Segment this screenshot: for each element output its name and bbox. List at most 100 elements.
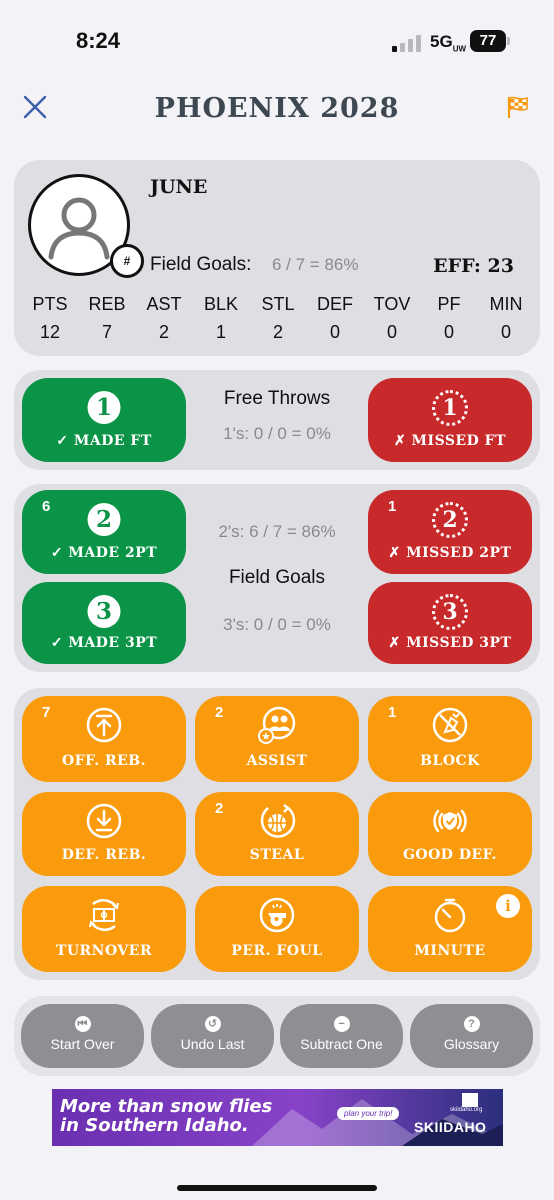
button-label: BLOCK xyxy=(420,753,480,769)
button-label: ✓ MADE 2PT xyxy=(50,545,158,561)
off-reb-count: 7 xyxy=(42,704,51,721)
button-label: ✗ MISSED 2PT xyxy=(388,545,512,561)
offensive-rebound-button[interactable]: 7 OFF. REB. xyxy=(22,696,186,782)
minute-button[interactable]: MINUTE i xyxy=(368,886,532,972)
stat-reb: REB 7 xyxy=(83,294,131,343)
made-ft-button[interactable]: 1 ✓ MADE FT xyxy=(22,378,186,462)
two-point-missed-icon: 2 xyxy=(432,502,468,538)
made-2pt-button[interactable]: 6 2 ✓ MADE 2PT xyxy=(22,490,186,574)
home-indicator[interactable] xyxy=(177,1185,377,1191)
turnover-button[interactable]: TURNOVER xyxy=(22,886,186,972)
ft-number-icon: 1 xyxy=(87,391,121,424)
glossary-button[interactable]: ? Glossary xyxy=(410,1004,533,1068)
status-time: 8:24 xyxy=(76,28,121,53)
minus-icon: − xyxy=(333,1016,350,1032)
stat-ast: AST 2 xyxy=(140,294,188,343)
field-goals-title: Field Goals xyxy=(228,567,326,588)
player-card: # JUNE Field Goals: 6 / 7 = 86% EFF: 23 … xyxy=(14,160,540,356)
ft-missed-number-icon: 1 xyxy=(432,390,468,426)
field-goals-value: 6 / 7 = 86% xyxy=(272,255,359,274)
info-icon[interactable]: i xyxy=(496,894,520,918)
button-label: STEAL xyxy=(249,847,305,863)
block-icon xyxy=(432,707,468,743)
stat-label: DEF xyxy=(317,294,353,314)
question-icon: ? xyxy=(463,1016,480,1032)
stat-label: PF xyxy=(437,294,461,314)
assist-button[interactable]: 2 ASSIST xyxy=(195,696,359,782)
block-button[interactable]: 1 BLOCK xyxy=(368,696,532,782)
assist-count: 2 xyxy=(215,704,224,721)
adchoices-icon[interactable] xyxy=(462,1093,478,1107)
three-point-icon: 3 xyxy=(87,595,121,628)
threes-summary: 3's: 0 / 0 = 0% xyxy=(223,615,331,634)
stat-pf: PF 0 xyxy=(425,294,473,343)
missed-ft-button[interactable]: 1 ✗ MISSED FT xyxy=(368,378,532,462)
stat-stl: STL 2 xyxy=(254,294,302,343)
three-point-missed-icon: 3 xyxy=(432,594,468,630)
block-count: 1 xyxy=(388,704,397,721)
missed-2pt-button[interactable]: 1 2 ✗ MISSED 2PT xyxy=(368,490,532,574)
field-goals-panel: 6 2 ✓ MADE 2PT 3 ✓ MADE 3PT 2's: 6 / 7 =… xyxy=(14,484,540,672)
button-label: ✓ MADE FT xyxy=(56,433,152,449)
whistle-icon xyxy=(259,897,295,933)
ad-cta[interactable]: plan your trip! xyxy=(337,1107,400,1120)
stat-value: 0 xyxy=(500,322,511,342)
ad-brand: SKIIDAHO xyxy=(414,1119,487,1135)
button-label: OFF. REB. xyxy=(62,753,146,769)
missed-3pt-button[interactable]: 3 ✗ MISSED 3PT xyxy=(368,582,532,664)
made-2pt-count: 6 xyxy=(42,498,51,515)
stat-pts: PTS 12 xyxy=(26,294,74,343)
arrow-down-icon xyxy=(86,803,122,839)
ad-line-2: in Southern Idaho. xyxy=(60,1115,249,1136)
stat-line: PTS 12 REB 7 AST 2 BLK 1 STL 2 DEF 0 TOV 0 PF 0 … xyxy=(26,294,530,343)
network-type: 5G xyxy=(430,32,453,51)
jersey-number-badge[interactable]: # xyxy=(110,244,144,278)
stat-value: 7 xyxy=(101,322,112,342)
stopwatch-icon xyxy=(434,898,466,933)
button-label: Glossary xyxy=(443,1036,500,1052)
subtract-one-button[interactable]: − Subtract One xyxy=(280,1004,403,1068)
button-label: PER. FOUL xyxy=(231,943,323,959)
ad-banner[interactable]: More than snow flies in Southern Idaho. … xyxy=(52,1089,503,1146)
free-throws-title: Free Throws xyxy=(223,388,331,409)
stat-value: 0 xyxy=(329,322,340,342)
stat-label: STL xyxy=(261,294,295,314)
battery-icon: 77 xyxy=(470,30,506,52)
stat-tov: TOV 0 xyxy=(368,294,416,343)
checkered-flag-icon[interactable] xyxy=(506,95,530,119)
stat-label: PTS xyxy=(32,294,68,314)
button-label: Undo Last xyxy=(180,1036,245,1052)
stat-def: DEF 0 xyxy=(311,294,359,343)
stat-min: MIN 0 xyxy=(482,294,530,343)
good-defense-button[interactable]: GOOD DEF. xyxy=(368,792,532,876)
start-over-button[interactable]: ⏮ Start Over xyxy=(21,1004,144,1068)
personal-foul-button[interactable]: PER. FOUL xyxy=(195,886,359,972)
network-label: 5GUW xyxy=(430,32,466,53)
stat-label: REB xyxy=(88,294,126,314)
steal-button[interactable]: 2 STEAL xyxy=(195,792,359,876)
stat-value: 0 xyxy=(386,322,397,342)
arrow-up-icon xyxy=(86,707,122,743)
button-label: MINUTE xyxy=(414,943,486,959)
steal-count: 2 xyxy=(215,800,224,817)
ad-headline: More than snow flies in Southern Idaho. xyxy=(60,1097,272,1135)
ad-url: skiidaho.org xyxy=(450,1107,483,1113)
two-point-icon: 2 xyxy=(87,503,121,536)
button-label: DEF. REB. xyxy=(61,847,147,863)
shield-check-icon xyxy=(433,809,467,833)
undo-last-button[interactable]: ↺ Undo Last xyxy=(151,1004,274,1068)
free-throws-panel: 1 ✓ MADE FT Free Throws 1's: 0 / 0 = 0% … xyxy=(14,370,540,470)
button-label: ASSIST xyxy=(246,753,308,769)
stat-label: AST xyxy=(146,294,182,314)
button-label: ✗ MISSED 3PT xyxy=(388,635,512,651)
people-star-icon xyxy=(258,706,296,744)
undo-icon: ↺ xyxy=(204,1016,221,1032)
other-stats-panel: 7 OFF. REB. 2 ASSIST 1 BLOCK DEF. REB. 2… xyxy=(14,688,540,980)
defensive-rebound-button[interactable]: DEF. REB. xyxy=(22,792,186,876)
made-3pt-button[interactable]: 3 ✓ MADE 3PT xyxy=(22,582,186,664)
stat-blk: BLK 1 xyxy=(197,294,245,343)
missed-2pt-count: 1 xyxy=(388,498,397,515)
network-sub: UW xyxy=(452,44,467,54)
stat-label: MIN xyxy=(489,294,523,314)
court-icon xyxy=(89,899,119,931)
